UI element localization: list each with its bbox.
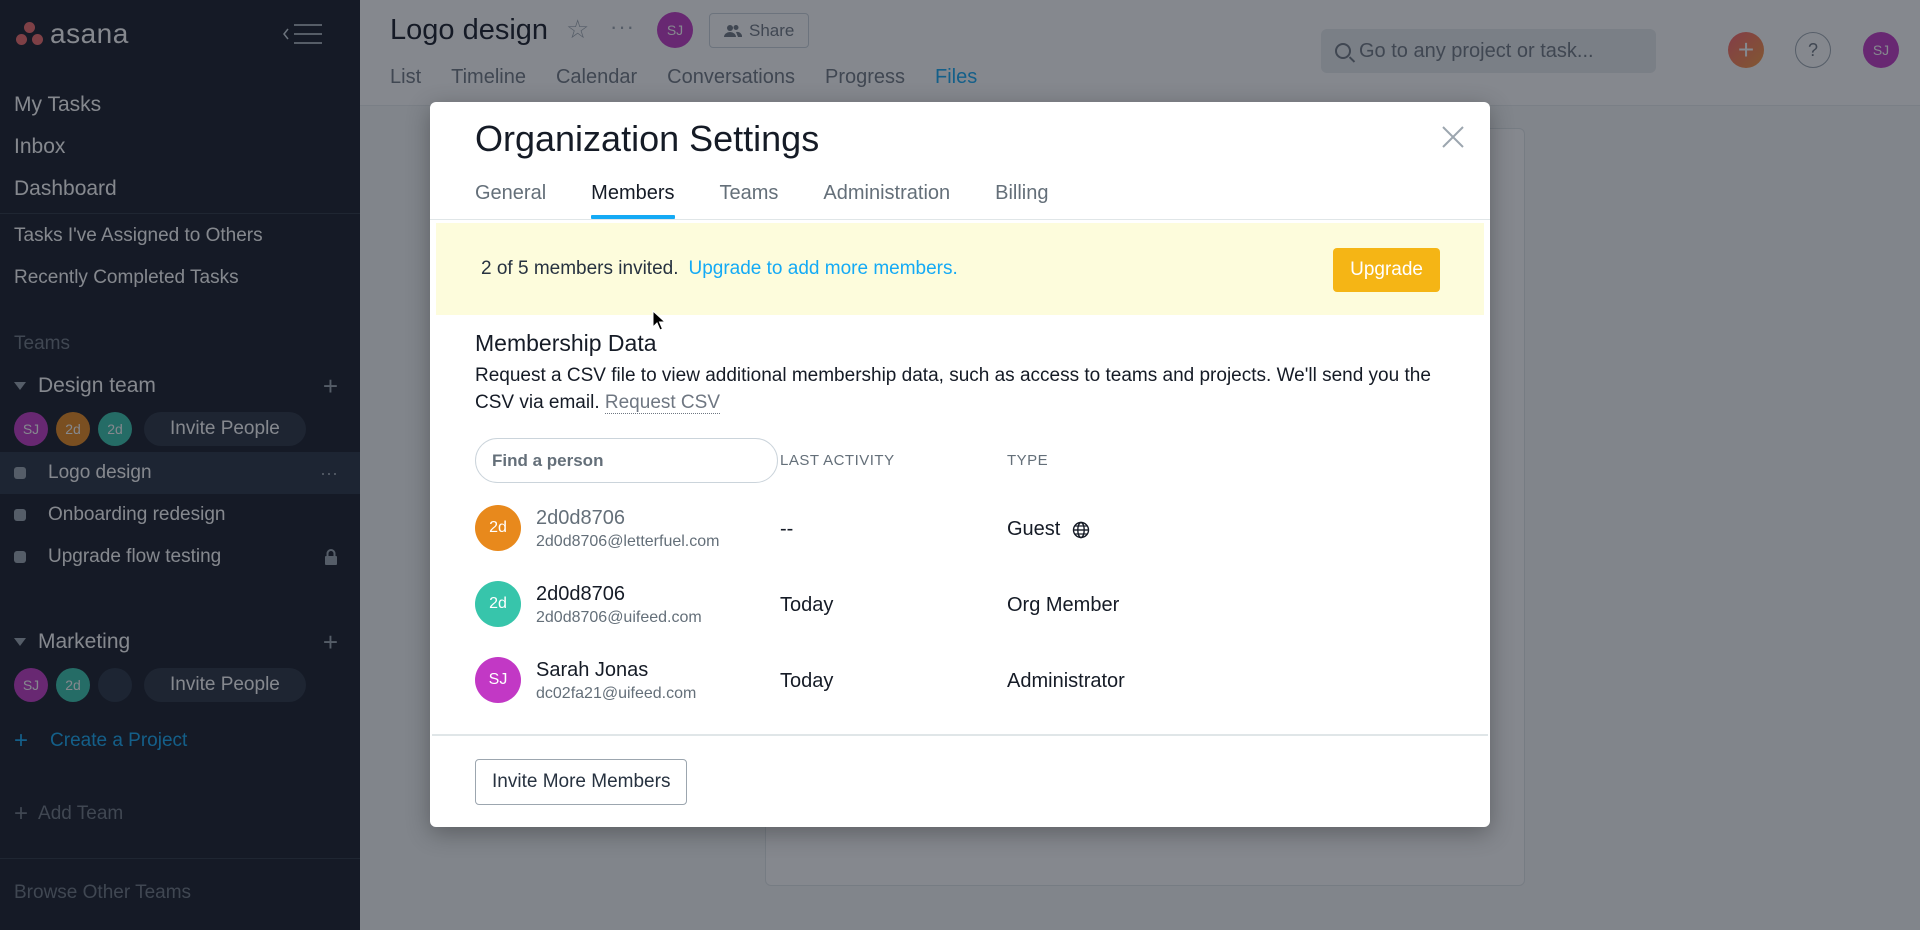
- organization-settings-dialog: Organization Settings General Members Te…: [430, 102, 1490, 827]
- member-name: 2d0d8706: [536, 583, 625, 605]
- section-description: Request a CSV file to view additional me…: [475, 362, 1465, 416]
- member-email: dc02fa21@uifeed.com: [536, 685, 697, 702]
- upgrade-link[interactable]: Upgrade to add more members.: [688, 258, 957, 280]
- avatar: SJ: [475, 657, 521, 703]
- section-title: Membership Data: [475, 330, 657, 356]
- member-email: 2d0d8706@uifeed.com: [536, 609, 702, 626]
- tabs-divider: [430, 219, 1490, 220]
- member-type[interactable]: Org Member: [1007, 594, 1119, 617]
- dialog-title: Organization Settings: [475, 118, 820, 159]
- member-row[interactable]: 2d 2d0d8706 2d0d8706@uifeed.com Today Or…: [475, 581, 1445, 631]
- avatar: 2d: [475, 581, 521, 627]
- member-type[interactable]: Administrator: [1007, 670, 1125, 693]
- close-icon[interactable]: [1440, 124, 1466, 150]
- member-type-label: Guest: [1007, 518, 1061, 540]
- find-person-input[interactable]: [475, 438, 778, 483]
- upgrade-button[interactable]: Upgrade: [1333, 248, 1440, 292]
- member-type-label: Org Member: [1007, 594, 1120, 616]
- last-activity: Today: [780, 594, 834, 616]
- footer-divider: [432, 734, 1488, 736]
- member-email: 2d0d8706@letterfuel.com: [536, 533, 720, 550]
- member-row[interactable]: SJ Sarah Jonas dc02fa21@uifeed.com Today…: [475, 657, 1445, 707]
- member-row[interactable]: 2d 2d0d8706 2d0d8706@letterfuel.com -- G…: [475, 505, 1445, 555]
- member-name: 2d0d8706: [536, 507, 625, 529]
- request-csv-link[interactable]: Request CSV: [604, 392, 721, 414]
- upgrade-banner: 2 of 5 members invited. Upgrade to add m…: [436, 223, 1484, 315]
- member-type-label: Administrator: [1007, 670, 1125, 692]
- member-type[interactable]: Guest: [1007, 518, 1090, 541]
- column-header-last-activity[interactable]: LAST ACTIVITY: [780, 452, 895, 469]
- avatar: 2d: [475, 505, 521, 551]
- last-activity: Today: [780, 670, 834, 692]
- tab-teams[interactable]: Teams: [720, 182, 779, 219]
- tab-administration[interactable]: Administration: [823, 182, 950, 219]
- invite-more-members-button[interactable]: Invite More Members: [475, 759, 688, 805]
- settings-tabs: General Members Teams Administration Bil…: [475, 182, 1049, 219]
- members-invited-text: 2 of 5 members invited.: [481, 258, 679, 279]
- mouse-cursor-icon: [652, 310, 666, 331]
- last-activity: --: [780, 518, 794, 540]
- tab-members[interactable]: Members: [591, 182, 675, 219]
- column-header-type[interactable]: TYPE: [1007, 452, 1048, 469]
- globe-icon: [1073, 521, 1090, 538]
- tab-general[interactable]: General: [475, 182, 546, 219]
- tab-billing[interactable]: Billing: [995, 182, 1048, 219]
- member-name: Sarah Jonas: [536, 659, 649, 681]
